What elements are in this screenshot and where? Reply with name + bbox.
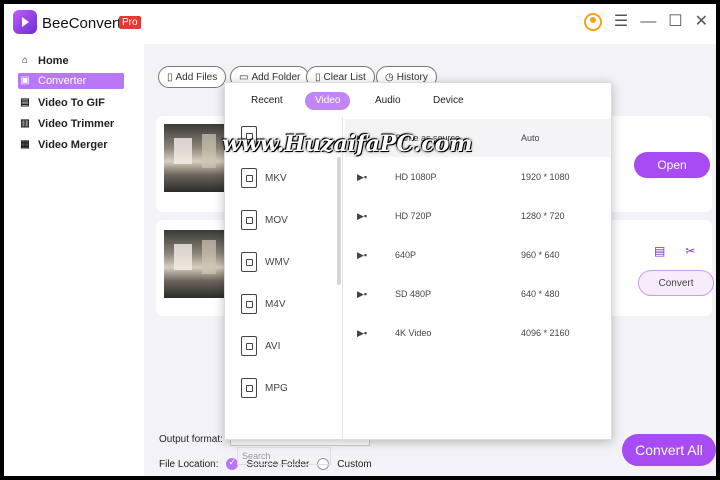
file-video-icon bbox=[241, 378, 257, 398]
sidebar-item-video-merger[interactable]: ▦ Video Merger bbox=[20, 137, 108, 153]
app-window: BeeConverter Pro ☰ — ☐ ✕ ⌂ Home ▣ Conver… bbox=[4, 4, 716, 476]
video-camera-icon: ▶▪ bbox=[357, 171, 368, 182]
file-video-icon bbox=[241, 336, 257, 356]
format-item[interactable]: MPG bbox=[241, 375, 288, 401]
format-search-input[interactable]: Search bbox=[237, 447, 331, 465]
format-label: WMV bbox=[265, 256, 290, 268]
file-video-icon bbox=[241, 294, 257, 314]
history-icon: ◷ bbox=[385, 71, 394, 83]
sidebar-item-video-trimmer[interactable]: ▥ Video Trimmer bbox=[20, 116, 114, 132]
resolution-item[interactable]: ▶▪ SD 480P 640 * 480 bbox=[345, 275, 611, 313]
add-files-button[interactable]: ▯ Add Files bbox=[158, 66, 227, 88]
converter-icon: ▣ bbox=[20, 75, 30, 86]
sidebar-item-label: Video Trimmer bbox=[38, 118, 115, 130]
clear-list-label: Clear List bbox=[323, 71, 366, 83]
resolution-name: 640P bbox=[395, 250, 417, 260]
custom-label: Custom bbox=[337, 458, 372, 470]
tab-audio[interactable]: Audio bbox=[375, 92, 401, 110]
card-actions: ▤ ✂ bbox=[654, 244, 695, 258]
video-camera-icon: ▶▪ bbox=[357, 210, 368, 221]
resolution-size: 640 * 480 bbox=[521, 289, 560, 299]
sidebar-item-converter[interactable]: ▣ Converter bbox=[18, 73, 124, 89]
format-label: MPG bbox=[265, 382, 288, 394]
sidebar-item-label: Video To GIF bbox=[38, 97, 105, 109]
trash-icon: ▯ bbox=[315, 71, 321, 83]
add-file-icon: ▯ bbox=[167, 71, 173, 83]
video-camera-icon: ▶▪ bbox=[357, 249, 368, 260]
output-format-label: Output format: bbox=[159, 434, 223, 445]
convert-all-button[interactable]: Convert All bbox=[622, 434, 716, 466]
resolution-list: ▶▪ Same as source Auto ▶▪ HD 1080P 1920 … bbox=[345, 117, 611, 407]
resolution-item[interactable]: ▶▪ HD 720P 1280 * 720 bbox=[345, 197, 611, 235]
sidebar: ⌂ Home ▣ Converter ▤ Video To GIF ▥ Vide… bbox=[4, 44, 144, 476]
format-item[interactable]: M4V bbox=[241, 291, 286, 317]
format-label: MKV bbox=[265, 172, 287, 184]
add-folder-label: Add Folder bbox=[251, 71, 301, 83]
maximize-icon[interactable]: ☐ bbox=[668, 14, 682, 30]
video-camera-icon: ▶▪ bbox=[357, 327, 368, 338]
history-label: History bbox=[396, 71, 428, 83]
title-bar: BeeConverter Pro ☰ — ☐ ✕ bbox=[4, 4, 716, 44]
video-camera-icon: ▶▪ bbox=[357, 288, 368, 299]
format-list: MKV MOV WMV M4V AVI MPG Search bbox=[225, 117, 343, 465]
sidebar-item-label: Converter bbox=[38, 75, 87, 87]
resolution-item[interactable]: ▶▪ HD 1080P 1920 * 1080 bbox=[345, 158, 611, 196]
format-item[interactable]: MOV bbox=[241, 207, 288, 233]
close-icon[interactable]: ✕ bbox=[695, 14, 708, 30]
resolution-item[interactable]: ▶▪ 640P 960 * 640 bbox=[345, 236, 611, 274]
resolution-size: 1920 * 1080 bbox=[521, 172, 570, 182]
resolution-item[interactable]: ▶▪ 4K Video 4096 * 2160 bbox=[345, 314, 611, 352]
resolution-size: 1280 * 720 bbox=[521, 211, 565, 221]
video-thumbnail bbox=[164, 124, 230, 192]
sidebar-item-home[interactable]: ⌂ Home bbox=[20, 53, 69, 69]
file-video-icon bbox=[241, 210, 257, 230]
watermark-text: www.HuzaifaPC.com bbox=[222, 131, 473, 157]
gif-icon: ▤ bbox=[20, 97, 30, 108]
resolution-size: 960 * 640 bbox=[521, 250, 560, 260]
file-location-label: File Location: bbox=[159, 458, 219, 470]
sidebar-item-video-to-gif[interactable]: ▤ Video To GIF bbox=[20, 95, 105, 111]
format-label: AVI bbox=[265, 340, 281, 352]
tab-video[interactable]: Video bbox=[305, 92, 351, 110]
format-item[interactable]: AVI bbox=[241, 333, 280, 359]
sidebar-item-label: Home bbox=[38, 55, 69, 67]
pro-badge: Pro bbox=[119, 16, 141, 29]
app-logo-icon bbox=[13, 10, 37, 34]
convert-button[interactable]: Convert bbox=[638, 270, 714, 296]
menu-icon[interactable]: ☰ bbox=[614, 14, 628, 30]
scissors-icon[interactable]: ✂ bbox=[685, 244, 695, 258]
file-video-icon bbox=[241, 168, 257, 188]
sidebar-item-label: Video Merger bbox=[38, 139, 108, 151]
open-button[interactable]: Open bbox=[634, 152, 710, 178]
tab-recent[interactable]: Recent bbox=[251, 92, 283, 110]
file-video-icon bbox=[241, 252, 257, 272]
resolution-name: 4K Video bbox=[395, 328, 432, 338]
resolution-size: 4096 * 2160 bbox=[521, 328, 570, 338]
format-item[interactable]: MKV bbox=[241, 165, 287, 191]
add-files-label: Add Files bbox=[175, 71, 218, 83]
resolution-name: HD 720P bbox=[395, 211, 432, 221]
merger-icon: ▦ bbox=[20, 139, 30, 150]
format-label: M4V bbox=[265, 298, 286, 310]
home-icon: ⌂ bbox=[21, 55, 29, 66]
minimize-icon[interactable]: — bbox=[640, 14, 656, 30]
resolution-name: HD 1080P bbox=[395, 172, 437, 182]
resolution-size: Auto bbox=[521, 133, 540, 143]
window-controls: ☰ — ☐ ✕ bbox=[583, 13, 708, 31]
format-label: MOV bbox=[265, 214, 288, 226]
format-scrollbar[interactable] bbox=[337, 157, 341, 285]
format-tabs: Recent Video Audio Device bbox=[225, 83, 613, 115]
edit-icon[interactable]: ▤ bbox=[654, 244, 665, 258]
user-icon[interactable] bbox=[583, 13, 602, 31]
trimmer-icon: ▥ bbox=[20, 118, 30, 129]
format-item[interactable]: WMV bbox=[241, 249, 289, 275]
resolution-name: SD 480P bbox=[395, 289, 432, 299]
add-folder-icon: ▭ bbox=[239, 71, 249, 83]
tab-device[interactable]: Device bbox=[433, 92, 464, 110]
video-thumbnail bbox=[164, 230, 230, 298]
